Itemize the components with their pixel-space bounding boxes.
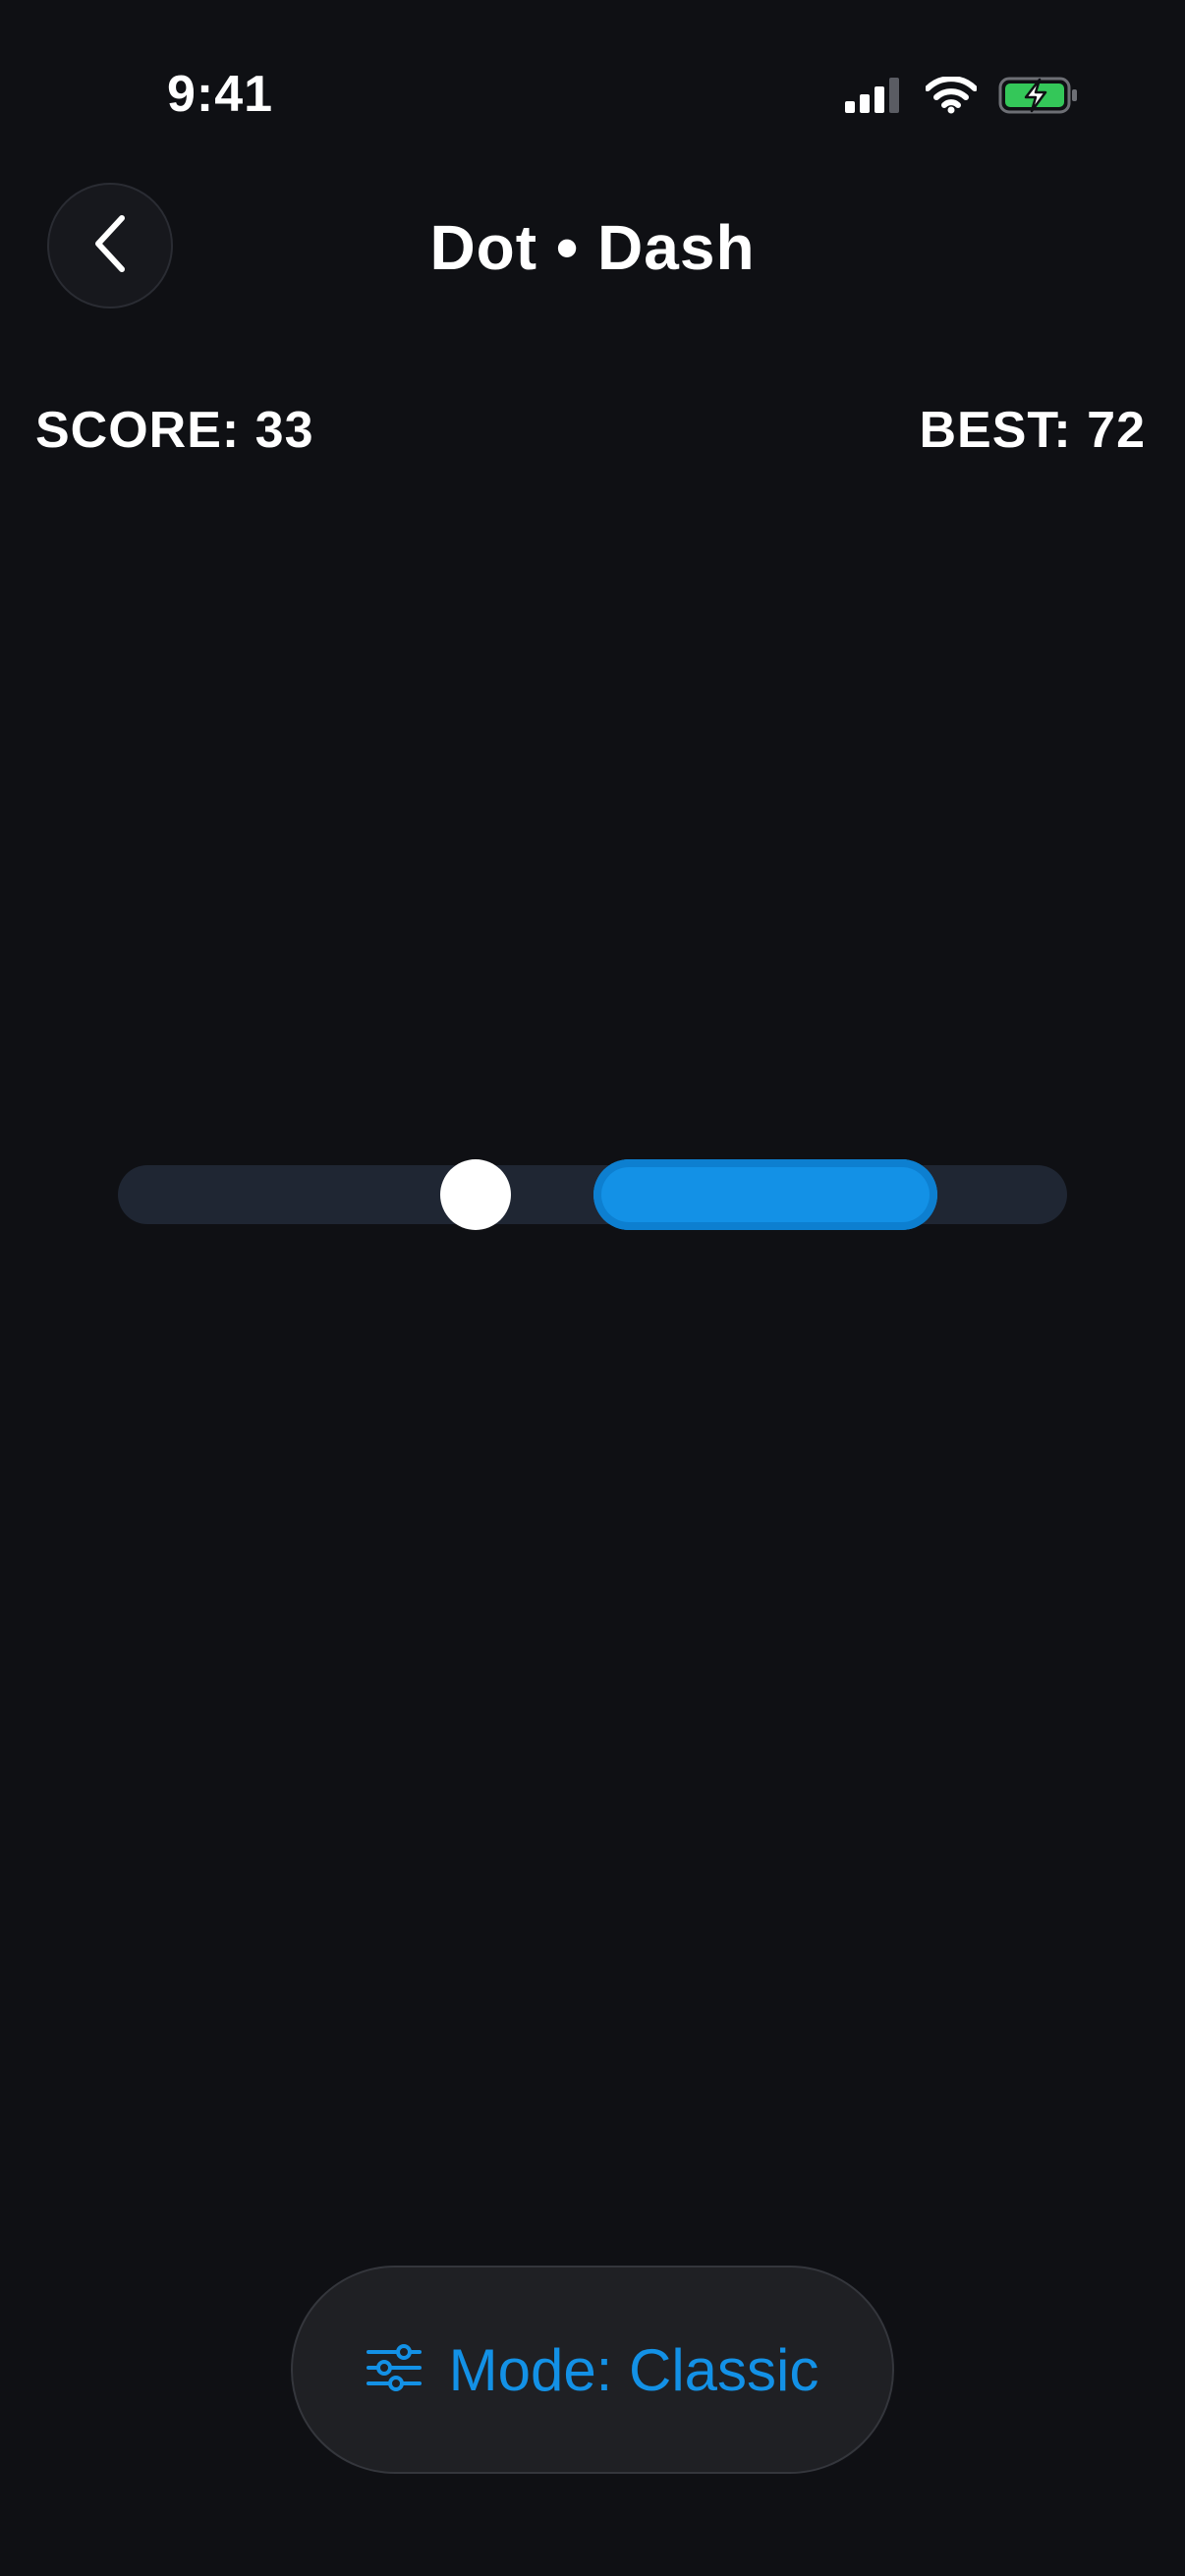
mode-label: Mode: Classic bbox=[448, 2336, 819, 2403]
status-icons bbox=[845, 73, 1081, 122]
wifi-icon bbox=[925, 75, 978, 119]
sliders-icon bbox=[366, 2343, 422, 2396]
score-label: SCORE: 33 bbox=[35, 402, 314, 459]
battery-charging-icon bbox=[998, 76, 1081, 120]
status-bar: 9:41 bbox=[0, 0, 1185, 196]
player-dot[interactable] bbox=[440, 1159, 511, 1230]
best-score-label: BEST: 72 bbox=[919, 402, 1146, 459]
page-title: Dot • Dash bbox=[429, 212, 756, 283]
mode-button[interactable]: Mode: Classic bbox=[291, 2266, 894, 2474]
dash-target[interactable] bbox=[593, 1159, 937, 1230]
status-time: 9:41 bbox=[167, 66, 274, 123]
cellular-signal-icon bbox=[845, 77, 904, 118]
